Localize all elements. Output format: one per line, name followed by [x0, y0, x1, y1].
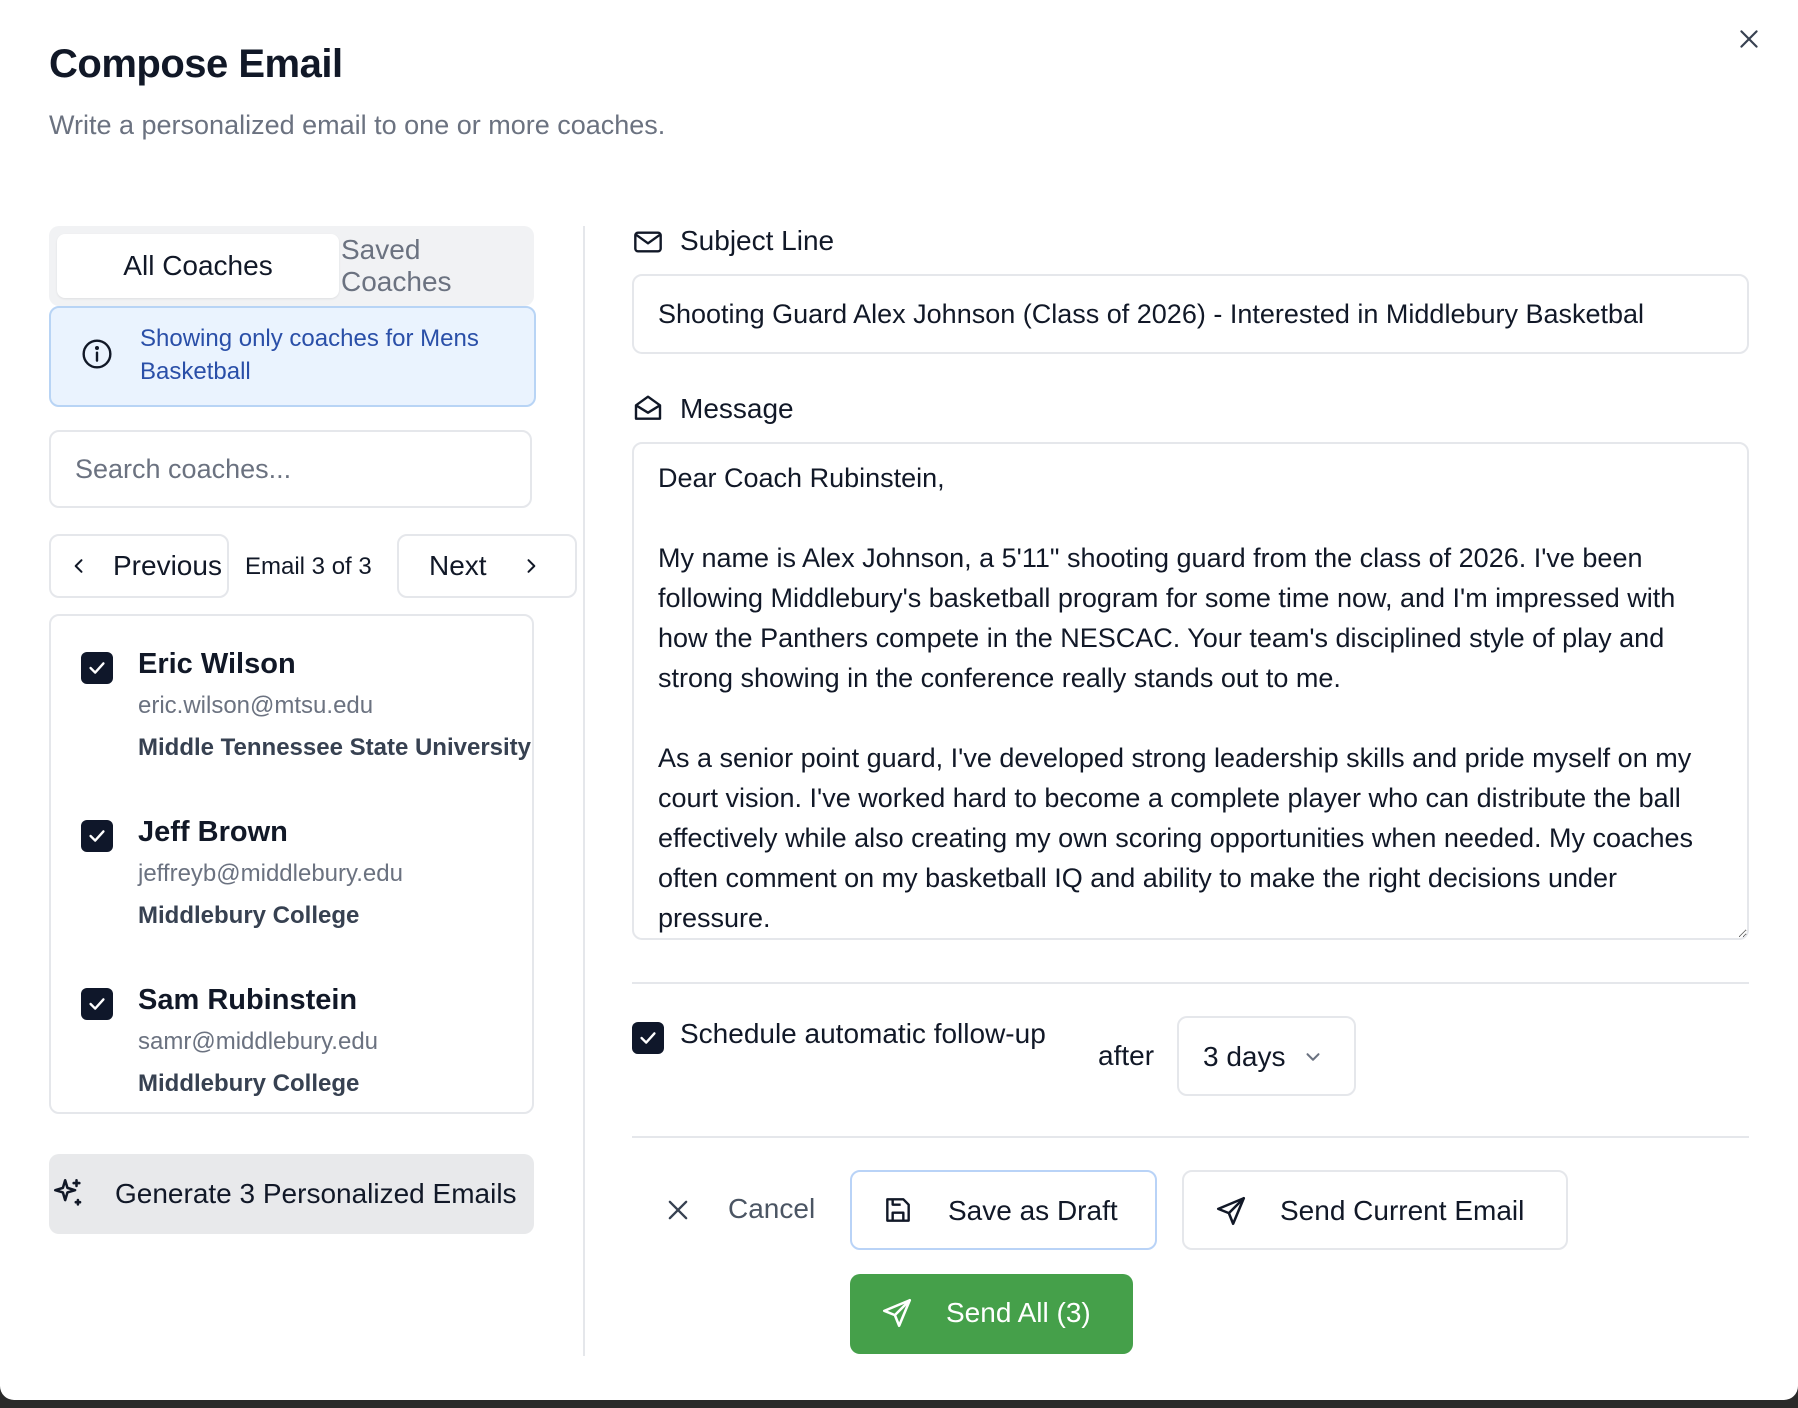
close-icon	[664, 1196, 692, 1224]
pager-status: Email 3 of 3	[245, 553, 372, 580]
message-label: Message	[680, 393, 794, 424]
send-icon	[880, 1296, 914, 1330]
coach-email: samr@middlebury.edu	[138, 1028, 379, 1055]
list-item[interactable]: Eric Wilson eric.wilson@mtsu.edu Middle …	[51, 616, 532, 776]
checkbox-checked[interactable]	[81, 820, 113, 852]
next-label: Next	[429, 550, 487, 581]
subject-input[interactable]	[632, 274, 1749, 354]
mail-icon	[632, 226, 664, 258]
send-all-button[interactable]: Send All (3)	[850, 1274, 1133, 1354]
sparkles-icon	[51, 1176, 85, 1210]
send-all-label: Send All (3)	[946, 1297, 1091, 1328]
previous-label: Previous	[113, 550, 222, 581]
column-divider	[583, 226, 585, 1356]
cancel-button[interactable]: Cancel	[660, 1170, 830, 1250]
coach-name: Sam Rubinstein	[138, 984, 358, 1016]
chevron-left-icon	[69, 556, 89, 576]
coach-school: Middlebury College	[138, 902, 360, 929]
chevron-right-icon	[521, 556, 541, 576]
save-icon	[882, 1194, 914, 1226]
generate-emails-button[interactable]: Generate 3 Personalized Emails	[49, 1154, 534, 1234]
after-label: after	[1098, 1040, 1155, 1071]
save-draft-label: Save as Draft	[948, 1195, 1118, 1226]
mail-open-icon	[632, 392, 664, 424]
compose-email-dialog: Compose Email Write a personalized email…	[0, 0, 1798, 1400]
generate-emails-label: Generate 3 Personalized Emails	[115, 1178, 517, 1209]
send-icon	[1214, 1194, 1248, 1228]
cancel-label: Cancel	[728, 1193, 816, 1224]
save-draft-button[interactable]: Save as Draft	[850, 1170, 1157, 1250]
send-current-label: Send Current Email	[1280, 1195, 1525, 1226]
coach-list: Eric Wilson eric.wilson@mtsu.edu Middle …	[49, 614, 534, 1114]
checkbox-checked[interactable]	[81, 988, 113, 1020]
dialog-title: Compose Email	[49, 42, 343, 86]
coach-name: Jeff Brown	[138, 816, 288, 848]
close-icon[interactable]	[1732, 22, 1766, 56]
tab-all-coaches[interactable]: All Coaches	[57, 234, 339, 298]
followup-delay-select[interactable]: 3 days	[1177, 1016, 1356, 1096]
tab-saved-coaches[interactable]: Saved Coaches	[341, 234, 527, 298]
followup-delay-value: 3 days	[1203, 1041, 1286, 1072]
subject-label: Subject Line	[680, 225, 835, 256]
list-item[interactable]: Jeff Brown jeffreyb@middlebury.edu Middl…	[51, 784, 532, 944]
next-button[interactable]: Next	[397, 534, 577, 598]
followup-checkbox[interactable]	[632, 1022, 664, 1054]
search-coaches-input[interactable]	[49, 430, 532, 508]
checkbox-checked[interactable]	[81, 652, 113, 684]
coach-tabs: All Coaches Saved Coaches	[49, 226, 534, 306]
message-textarea[interactable]: Dear Coach Rubinstein, My name is Alex J…	[632, 442, 1749, 940]
coach-email: jeffreyb@middlebury.edu	[138, 860, 403, 887]
followup-label: Schedule automatic follow-up	[680, 1018, 1046, 1049]
list-item[interactable]: Sam Rubinstein samr@middlebury.edu Middl…	[51, 952, 532, 1112]
filter-notice-text: Showing only coaches for Mens Basketball	[140, 325, 479, 385]
filter-notice: Showing only coaches for Mens Basketball	[49, 306, 536, 407]
coach-name: Eric Wilson	[138, 648, 296, 680]
send-current-email-button[interactable]: Send Current Email	[1182, 1170, 1568, 1250]
previous-button[interactable]: Previous	[49, 534, 229, 598]
dialog-subtitle: Write a personalized email to one or mor…	[49, 110, 666, 140]
coach-school: Middlebury College	[138, 1070, 360, 1097]
info-icon	[81, 338, 113, 370]
divider	[632, 1136, 1749, 1138]
divider	[632, 982, 1749, 984]
coach-school: Middle Tennessee State University	[138, 734, 532, 761]
coach-email: eric.wilson@mtsu.edu	[138, 692, 374, 719]
chevron-down-icon	[1302, 1046, 1324, 1068]
